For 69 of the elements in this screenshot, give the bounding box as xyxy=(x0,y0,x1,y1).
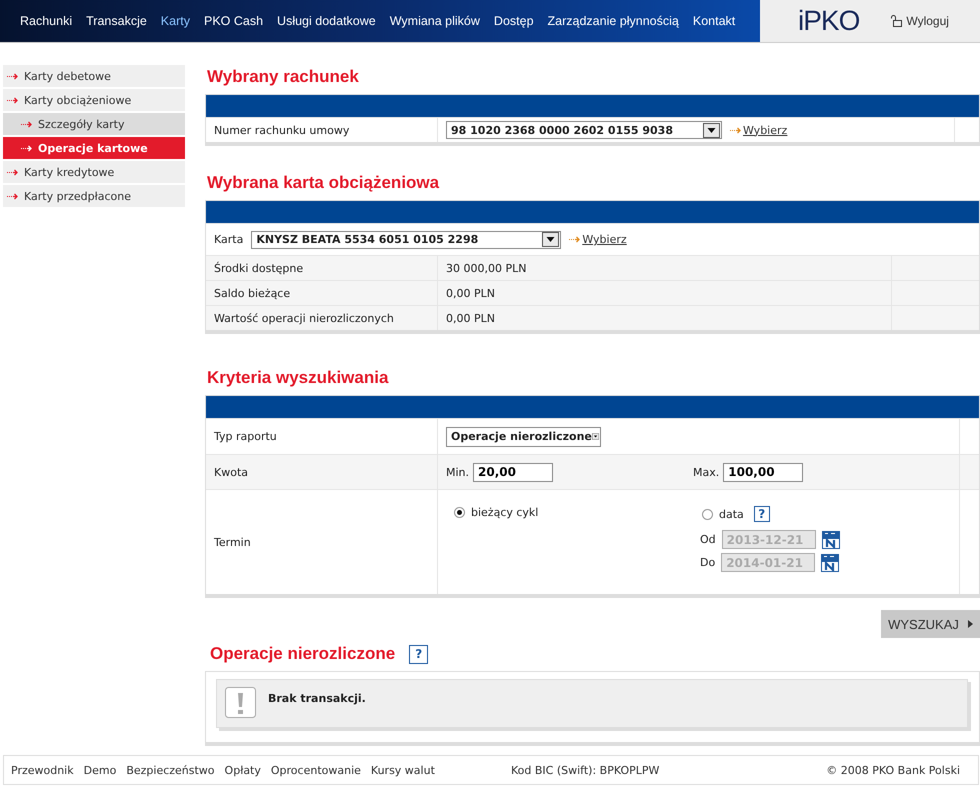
nav-tab[interactable]: Wymiana plików xyxy=(390,14,480,28)
bic-code: Kod BIC (Swift): BPKOPLPW xyxy=(511,764,660,776)
card-dropdown[interactable]: KNYSZ BEATA 5534 6051 0105 2298 xyxy=(251,230,562,248)
search-button[interactable]: WYSZUKAJ xyxy=(881,610,980,638)
field-label: Max. xyxy=(693,466,720,478)
caret-icon xyxy=(968,620,973,628)
padlock-icon xyxy=(889,15,904,27)
report-type-dropdown[interactable]: Operacje nierozliczone xyxy=(446,426,601,446)
field-label: Od xyxy=(700,533,716,546)
sidebar-item[interactable]: Karty debetowe xyxy=(3,65,185,89)
nav-tab[interactable]: Zarządzanie płynnością xyxy=(548,14,679,28)
footer-link[interactable]: Oprocentowanie xyxy=(270,764,361,776)
copyright: © 2008 PKO Bank Polski xyxy=(826,764,960,776)
footer-link[interactable]: Kursy walut xyxy=(370,764,435,776)
select-link[interactable]: Wybierz xyxy=(730,124,788,136)
section-title: Wybrana karta obciążeniowa xyxy=(207,173,440,193)
section-title: Wybrany rachunek xyxy=(207,67,359,87)
sidebar-item[interactable]: Szczegóły karty xyxy=(3,113,185,137)
sidebar-item[interactable]: Karty przedpłacone xyxy=(3,185,185,209)
nav-tab[interactable]: Dostęp xyxy=(494,14,534,28)
field-value: 0,00 PLN xyxy=(445,286,496,302)
nav-tab[interactable]: Transakcje xyxy=(86,14,147,28)
field-label: Termin xyxy=(206,490,438,594)
field-label: Karta xyxy=(214,233,244,246)
sidebar-item[interactable]: Operacje kartowe xyxy=(3,137,185,161)
arrow-icon xyxy=(569,236,580,243)
nav-tab[interactable]: Rachunki xyxy=(20,14,72,28)
nav-tab[interactable]: Usługi dodatkowe xyxy=(277,14,376,28)
calendar-icon[interactable] xyxy=(821,554,840,572)
field-label: Min. xyxy=(446,466,470,478)
radio-label: data xyxy=(719,508,744,520)
nav-tab[interactable]: Karty xyxy=(160,14,190,28)
help-button[interactable]: ? xyxy=(754,506,770,522)
logout-link[interactable]: Wyloguj xyxy=(889,14,949,28)
nav-tab[interactable]: PKO Cash xyxy=(204,14,264,28)
arrow-icon xyxy=(21,120,32,128)
footer-link[interactable]: Przewodnik xyxy=(11,764,74,776)
field-value: 30 000,00 PLN xyxy=(445,260,528,276)
account-dropdown[interactable]: 98 1020 2368 0000 2602 0155 9038 xyxy=(446,121,722,139)
field-label: Wartość operacji nierozliczonych xyxy=(206,306,438,330)
message-text: Brak transakcji. xyxy=(268,692,366,705)
logo: iPKO xyxy=(798,5,860,37)
sidebar-item[interactable]: Karty obciążeniowe xyxy=(3,89,185,113)
arrow-icon xyxy=(7,168,18,176)
nav-tab[interactable]: Kontakt xyxy=(692,14,736,28)
arrow-icon xyxy=(21,144,32,152)
select-link[interactable]: Wybierz xyxy=(569,233,627,246)
footer-link[interactable]: Demo xyxy=(84,764,116,776)
arrow-icon xyxy=(7,96,18,104)
arrow-icon xyxy=(7,72,18,80)
arrow-icon xyxy=(7,192,18,200)
footer-link[interactable]: Bezpieczeństwo xyxy=(126,764,215,776)
calendar-icon[interactable] xyxy=(822,530,840,548)
field-label: Kwota xyxy=(206,455,438,489)
radio-button[interactable] xyxy=(454,507,465,518)
section-title: Kryteria wyszukiwania xyxy=(207,368,388,388)
amount-input[interactable]: 100,00 xyxy=(723,462,804,482)
help-button[interactable]: ? xyxy=(409,644,428,664)
amount-input[interactable]: 20,00 xyxy=(473,462,554,482)
radio-label: bieżący cykl xyxy=(471,506,538,519)
radio-button[interactable] xyxy=(702,508,713,520)
warning-icon xyxy=(225,687,256,718)
sidebar-item[interactable]: Karty kredytowe xyxy=(3,161,185,185)
field-value: 0,00 PLN xyxy=(445,310,496,326)
section-title: Operacje nierozliczone xyxy=(210,644,396,664)
field-label: Numer rachunku umowy xyxy=(206,118,438,142)
field-label: Do xyxy=(700,556,716,569)
footer-link[interactable]: Opłaty xyxy=(224,764,261,776)
arrow-icon xyxy=(730,126,741,134)
